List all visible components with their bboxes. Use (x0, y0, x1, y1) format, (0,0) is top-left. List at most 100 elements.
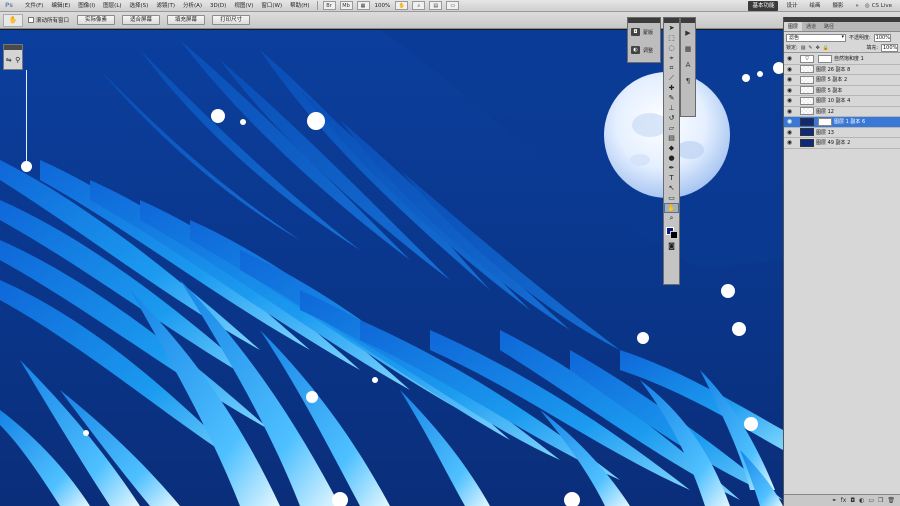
menu-view[interactable]: 视图(V) (230, 0, 257, 12)
eye-icon[interactable]: ◉ (785, 97, 794, 104)
layer-row[interactable]: ◉ 图层 5 副本 2 (784, 75, 900, 86)
paragraph-icon[interactable]: ¶ (681, 75, 695, 87)
tab-layers[interactable]: 图层 (784, 22, 803, 31)
gradient-tool-icon[interactable]: ▤ (664, 133, 679, 143)
eye-icon[interactable]: ◉ (785, 76, 794, 83)
tab-paths[interactable]: 路径 (820, 22, 838, 31)
eye-icon[interactable]: ◉ (785, 108, 794, 115)
menu-filter[interactable]: 滤镜(T) (152, 0, 179, 12)
workspace-painting[interactable]: 绘画 (805, 1, 824, 11)
zoom-tool-icon[interactable]: ⌕ (412, 1, 426, 10)
minibridge-icon[interactable]: Mb (339, 1, 353, 10)
menu-analysis[interactable]: 分析(A) (179, 0, 206, 12)
zoom-tool-icon[interactable]: ⌕ (664, 213, 679, 223)
fit-screen-button[interactable]: 适合屏幕 (122, 15, 161, 25)
brush-tool-icon[interactable]: ✎ (664, 93, 679, 103)
zoom-level[interactable]: 100% (372, 3, 394, 9)
print-size-button[interactable]: 打印尺寸 (212, 15, 251, 25)
arrange-documents-icon[interactable]: ▤ (429, 1, 443, 10)
fill-screen-button[interactable]: 填充屏幕 (167, 15, 206, 25)
dock-header[interactable] (681, 18, 695, 23)
lasso-tool-icon[interactable]: ◌ (664, 43, 679, 53)
history-icon[interactable]: ▶ (681, 27, 695, 39)
hand-icon[interactable]: ✋ (3, 13, 23, 27)
blend-mode-select[interactable]: 滤色 (786, 33, 846, 42)
fx-icon[interactable]: fx (841, 497, 847, 504)
lock-position-icon[interactable]: ✥ (816, 45, 820, 51)
layer-row[interactable]: ◉ 图层 26 副本 8 (784, 65, 900, 75)
layer-row[interactable]: ◉ 图层 13 (784, 128, 900, 138)
move-tool-icon[interactable]: ➤ (664, 23, 679, 33)
actual-pixels-button[interactable]: 实际像素 (77, 15, 116, 25)
folder-icon[interactable]: ▭ (868, 497, 874, 504)
workspace-design[interactable]: 设计 (782, 1, 801, 11)
marquee-tool-icon[interactable]: ⬚ (664, 33, 679, 43)
bridge-icon[interactable]: Br (322, 1, 336, 10)
link-icon[interactable]: ⚭ (832, 497, 837, 504)
actions-icon[interactable]: ▦ (681, 43, 695, 55)
menu-edit[interactable]: 编辑(E) (47, 0, 74, 12)
blur-tool-icon[interactable]: ◆ (664, 143, 679, 153)
menu-file[interactable]: 文件(F) (21, 0, 47, 12)
layer-thumbnail (800, 107, 814, 116)
workspace-more[interactable]: » (852, 1, 863, 11)
lock-transparent-icon[interactable]: ▨ (801, 45, 806, 51)
tab-channels[interactable]: 通道 (802, 22, 820, 31)
adjustment-icon[interactable]: ◐ (859, 497, 864, 504)
menu-help[interactable]: 帮助(H) (286, 0, 313, 12)
quick-select-tool-icon[interactable]: ⌖ (664, 53, 679, 63)
eye-icon[interactable]: ◉ (785, 139, 794, 146)
layer-thumbnail (800, 75, 814, 84)
menu-layer[interactable]: 图层(L) (99, 0, 125, 12)
path-select-tool-icon[interactable]: ↖ (664, 183, 679, 193)
background-color-swatch[interactable] (670, 231, 678, 239)
extras-icon[interactable]: ▦ (356, 1, 370, 10)
fill-field[interactable]: 100% (881, 43, 898, 52)
layer-row[interactable]: ◉ 图层 5 副本 (784, 86, 900, 96)
cs-live[interactable]: ◎ CS Live (865, 3, 900, 9)
layer-row[interactable]: ◉ 图层 10 副本 4 (784, 96, 900, 107)
layer-row-selected[interactable]: ◉ 图层 1 副本 6 (784, 117, 900, 128)
eyedropper-tool-icon[interactable]: ⟋ (664, 73, 679, 83)
eraser-tool-icon[interactable]: ▱ (664, 123, 679, 133)
eye-icon[interactable]: ◉ (785, 87, 794, 94)
eye-icon[interactable]: ◉ (785, 66, 794, 73)
layer-row[interactable]: ◉ 图层 49 副本 2 (784, 138, 900, 149)
workspace-photography[interactable]: 摄影 (828, 1, 847, 11)
menu-select[interactable]: 选择(S) (126, 0, 153, 12)
eye-icon[interactable]: ◉ (785, 55, 794, 62)
healing-tool-icon[interactable]: ✚ (664, 83, 679, 93)
history-brush-tool-icon[interactable]: ↺ (664, 113, 679, 123)
hand-tool-icon[interactable]: ✋ (664, 203, 679, 213)
menu-window[interactable]: 窗口(W) (257, 0, 286, 12)
dodge-tool-icon[interactable]: ● (664, 153, 679, 163)
layer-row[interactable]: ◉ ▽ 自然饱和度 1 (784, 54, 900, 65)
brush-settings-icon[interactable]: ⚲ (15, 56, 20, 64)
sliders-icon[interactable]: ⇋ (6, 56, 12, 64)
workspace-essentials[interactable]: 基本功能 (748, 0, 779, 11)
stamp-tool-icon[interactable]: ⊥ (664, 103, 679, 113)
shape-tool-icon[interactable]: ▭ (664, 193, 679, 203)
lock-all-icon[interactable]: 🔒 (823, 45, 829, 51)
new-layer-icon[interactable]: ❐ (878, 497, 883, 504)
eye-icon[interactable]: ◉ (785, 118, 794, 125)
mask-icon[interactable]: ◘ (850, 497, 855, 504)
character-icon[interactable]: A (681, 59, 695, 71)
lock-image-icon[interactable]: ✎ (808, 45, 812, 51)
hand-tool-icon[interactable]: ✋ (395, 1, 409, 10)
masks-tab[interactable]: ◘ 蒙版 (628, 23, 660, 41)
screen-mode-icon[interactable]: ▭ (446, 1, 460, 10)
opacity-field[interactable]: 100% (873, 33, 891, 42)
type-tool-icon[interactable]: T (664, 173, 679, 183)
menu-image[interactable]: 图像(I) (74, 0, 99, 12)
layer-row[interactable]: ◉ 图层 12 (784, 107, 900, 117)
trash-icon[interactable]: 🗑 (887, 497, 895, 504)
scroll-all-checkbox[interactable] (28, 17, 34, 23)
crop-tool-icon[interactable]: ⌗ (664, 63, 679, 73)
guide-handle[interactable] (21, 161, 32, 172)
eye-icon[interactable]: ◉ (785, 129, 794, 136)
pen-tool-icon[interactable]: ✒ (664, 163, 679, 173)
menu-3d[interactable]: 3D(D) (206, 0, 230, 12)
quick-mask-icon[interactable]: ◙ (664, 241, 679, 251)
adjustments-tab[interactable]: ◐ 调整 (628, 41, 660, 59)
